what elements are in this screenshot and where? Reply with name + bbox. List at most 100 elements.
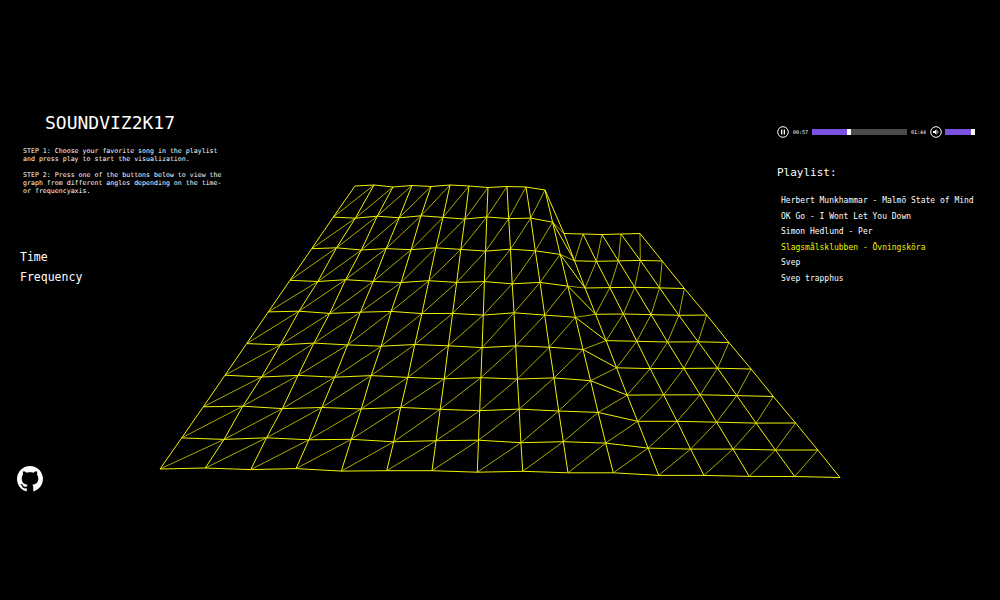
mesh-diagonal — [337, 216, 378, 248]
mesh-diagonal — [355, 187, 393, 218]
duration-time: 01:44 — [910, 128, 927, 136]
mesh-diagonal — [613, 448, 648, 473]
frequency-line — [432, 186, 469, 471]
volume-bar[interactable] — [945, 129, 975, 135]
progress-bar[interactable] — [812, 129, 907, 135]
mesh-diagonal — [318, 250, 362, 282]
mesh-diagonal — [591, 368, 617, 381]
mesh-diagonal — [635, 260, 641, 287]
mesh-diagonal — [387, 441, 436, 471]
mesh-diagonal — [691, 422, 717, 449]
instruction-step: STEP 1: Choose your favorite song in the… — [23, 147, 225, 163]
mesh-diagonal — [540, 254, 560, 282]
progress-fill — [812, 129, 847, 135]
playlist-item[interactable]: Herbert Munkhammar - Malmö State of Mind — [781, 193, 982, 209]
mesh-diagonal — [482, 313, 514, 348]
volume-icon[interactable] — [930, 126, 942, 138]
frequency-line — [621, 234, 795, 477]
mesh-diagonal — [243, 375, 298, 406]
github-link[interactable] — [17, 466, 43, 492]
mesh-diagonal — [585, 261, 596, 288]
progress-handle[interactable] — [847, 129, 851, 135]
mesh-diagonal — [517, 347, 549, 379]
mesh-diagonal — [436, 219, 465, 248]
pause-icon[interactable] — [777, 126, 789, 138]
frequency-line — [640, 234, 840, 478]
app-title: SOUNDVIZ2K17 — [45, 112, 215, 134]
mesh-diagonal — [290, 248, 337, 280]
mesh-diagonal — [575, 234, 584, 261]
mesh-diagonal — [351, 407, 400, 439]
mesh-diagonal — [268, 282, 318, 312]
frequency-line — [341, 187, 431, 472]
playlist-item[interactable]: Simon Hedlund - Per — [781, 224, 982, 240]
elapsed-time: 00:57 — [792, 128, 809, 136]
mesh-diagonal — [280, 313, 329, 345]
playlist-item[interactable]: Svep trapphus — [781, 271, 982, 287]
time-line — [247, 343, 751, 369]
audio-player: 00:57 01:44 — [777, 126, 982, 138]
mesh-diagonal — [640, 234, 641, 261]
mesh-diagonal — [480, 379, 518, 411]
mesh-diagonal — [718, 343, 729, 369]
mesh-diagonal — [521, 411, 559, 443]
frequency-line — [507, 187, 523, 472]
mesh-diagonal — [203, 377, 261, 407]
mesh-diagonal — [453, 282, 485, 314]
mesh-diagonal — [444, 348, 482, 379]
mesh-diagonal — [598, 395, 627, 412]
mesh-diagonal — [623, 287, 634, 314]
frequency-line — [251, 187, 393, 470]
mesh-diagonal — [677, 395, 700, 422]
playlist-item[interactable]: Slagsmålsklubben - Övningsköra — [781, 240, 982, 256]
app-page: SOUNDVIZ2K17 STEP 1: Choose your favorit… — [0, 0, 1000, 600]
mesh-diagonal — [717, 396, 737, 423]
mesh-diagonal — [205, 438, 266, 468]
mesh-diagonal — [512, 251, 535, 284]
playlist-item[interactable]: OK Go - I Wont Let You Down — [781, 209, 982, 225]
mesh-diagonal — [531, 190, 545, 218]
mesh-diagonal — [511, 218, 531, 249]
mesh-diagonal — [627, 369, 650, 396]
mesh-diagonal — [575, 314, 595, 317]
volume-handle[interactable] — [971, 129, 975, 135]
spectrum-surface-chart — [0, 0, 1000, 600]
mesh-diagonal — [698, 315, 707, 342]
mesh-diagonal — [487, 187, 507, 218]
mesh-diagonal — [483, 284, 512, 315]
mesh-diagonal — [322, 376, 371, 408]
mesh-diagonal — [361, 218, 399, 250]
mesh-diagonal — [563, 412, 598, 441]
frequency-line — [545, 190, 613, 473]
mesh-diagonal — [448, 315, 483, 346]
instructions: STEP 1: Choose your favorite song in the… — [23, 147, 225, 203]
mesh-diagonal — [606, 421, 638, 443]
volume-fill — [945, 129, 971, 135]
github-icon[interactable] — [17, 466, 43, 492]
mesh-diagonal — [429, 249, 461, 280]
mesh-diagonal — [432, 440, 479, 471]
view-button[interactable]: Frequency — [20, 269, 82, 285]
view-button[interactable]: Time — [20, 249, 48, 265]
playlist-item[interactable]: Svep — [781, 255, 982, 271]
time-line — [333, 216, 662, 261]
mesh-diagonal — [596, 235, 602, 262]
frequency-line — [205, 185, 374, 468]
mesh-diagonal — [399, 187, 431, 218]
mesh-diagonal — [568, 286, 585, 288]
mesh-diagonal — [309, 409, 361, 440]
mesh-diagonal — [684, 342, 698, 369]
mesh-diagonal — [314, 312, 361, 343]
mesh-diagonal — [361, 377, 408, 409]
mesh-diagonal — [251, 440, 309, 470]
time-line — [268, 311, 729, 342]
time-line — [290, 280, 707, 316]
mesh-diagonal — [457, 251, 486, 282]
time-line — [160, 468, 840, 478]
frequency-line — [477, 188, 488, 473]
mesh-diagonal — [700, 368, 717, 395]
mesh-diagonal — [484, 249, 510, 281]
mesh-diagonal — [638, 395, 664, 421]
mesh-diagonal — [648, 421, 677, 448]
mesh-diagonal — [737, 369, 751, 396]
